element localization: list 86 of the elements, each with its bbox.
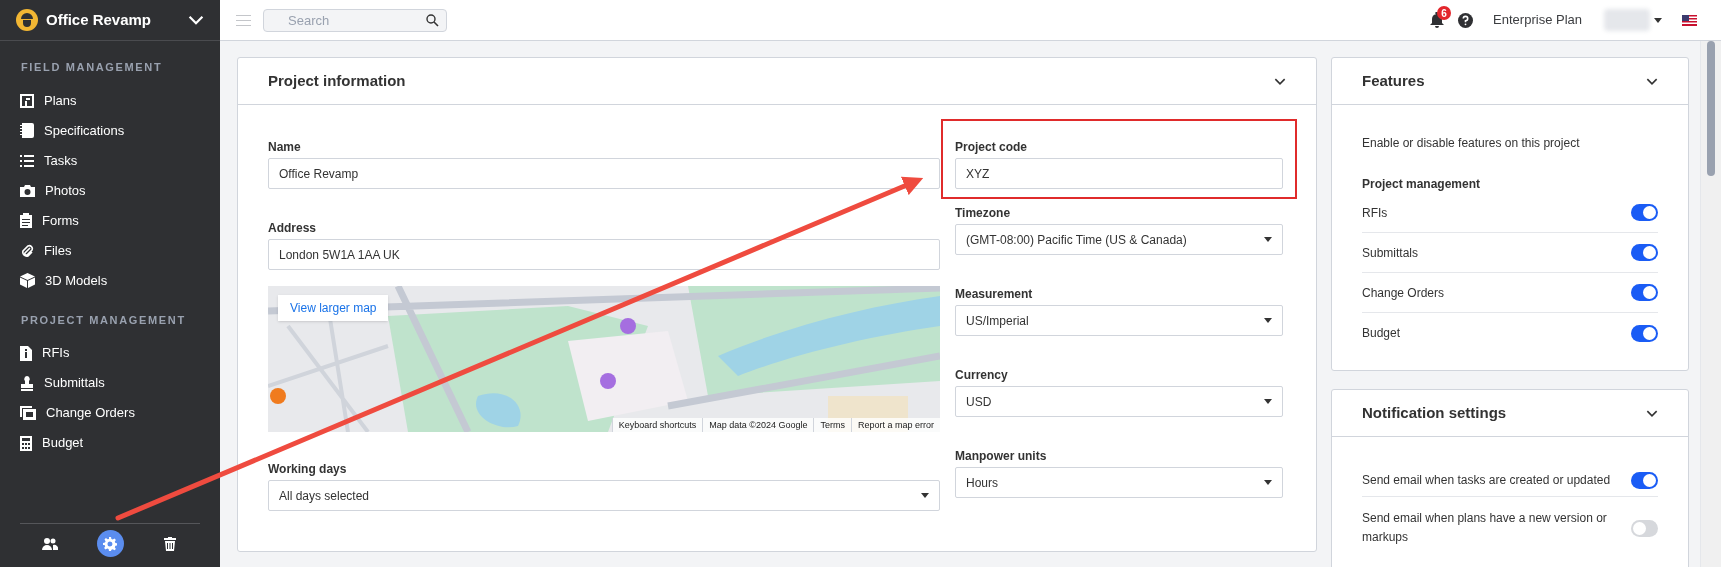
field-label: Working days	[268, 461, 347, 478]
toggle-switch[interactable]	[1631, 324, 1658, 342]
field-label: Measurement	[955, 286, 1033, 303]
plan-name: Enterprise Plan	[1493, 11, 1582, 30]
sidebar-item[interactable]: Change Orders	[0, 398, 220, 428]
dropdown[interactable]: USD	[955, 386, 1283, 417]
flag-icon[interactable]	[1682, 14, 1697, 26]
sidebar-item[interactable]: Budget	[0, 428, 220, 458]
cube-icon	[20, 273, 35, 288]
dropdown[interactable]: All days selected	[268, 480, 940, 511]
sidebar-item[interactable]: Submittals	[0, 368, 220, 398]
toggle-label: Budget	[1362, 325, 1401, 342]
trash-icon	[164, 536, 176, 551]
text-field[interactable]: Office Revamp	[268, 158, 940, 189]
chevron-down-icon[interactable]	[1646, 77, 1658, 85]
search-field[interactable]: Search	[263, 8, 447, 32]
help-icon[interactable]	[1458, 12, 1474, 28]
card-title: Notification settings	[1362, 402, 1507, 423]
toggle-label: Submittals	[1362, 244, 1419, 262]
map-attribution-link[interactable]: Map data ©2024 Google	[702, 418, 814, 432]
dropdown[interactable]: (GMT-08:00) Pacific Time (US & Canada)	[955, 224, 1283, 255]
blurred-username	[1604, 9, 1650, 31]
search-icon	[426, 13, 439, 27]
list-icon	[20, 154, 34, 167]
card-title: Features	[1362, 70, 1425, 91]
people-icon	[42, 537, 58, 550]
toggle-switch[interactable]	[1631, 244, 1658, 261]
view-larger-map-button[interactable]: View larger map	[278, 295, 389, 321]
clipboard-icon	[20, 213, 32, 228]
sidebar-item[interactable]: Photos	[0, 175, 220, 206]
sidebar-item[interactable]: RFIs	[0, 338, 220, 368]
scrollbar-thumb[interactable]	[1707, 41, 1715, 176]
dropdown[interactable]: Hours	[955, 467, 1283, 498]
sidebar-item[interactable]: Plans	[0, 85, 220, 116]
text-field[interactable]: London 5W1A 1AA UK	[268, 239, 940, 270]
notification-count: 6	[1437, 6, 1452, 20]
map-attribution-link[interactable]: Keyboard shortcuts	[611, 418, 703, 432]
card-title: Project information	[268, 70, 406, 91]
group-heading: Project management	[1362, 176, 1482, 193]
sidebar-item[interactable]: Files	[0, 235, 220, 266]
field-label: Name	[268, 139, 301, 156]
project-name: Office Revamp	[46, 9, 153, 30]
floor-plan-icon	[20, 93, 34, 108]
sidebar-item[interactable]: 3D Models	[0, 265, 220, 296]
toggle-label: Send email when tasks are created or updated	[1362, 472, 1611, 489]
sidebar-item[interactable]: Specifications	[0, 115, 220, 146]
text-field[interactable]: XYZ	[955, 158, 1283, 189]
map-attribution-link[interactable]: Report a map error	[850, 418, 940, 432]
toggle-switch[interactable]	[1631, 472, 1658, 489]
field-label: Address	[268, 220, 317, 237]
settings-icon	[103, 536, 117, 551]
camera-icon	[20, 184, 35, 197]
paperclip-icon	[20, 243, 34, 258]
toggle-label: Change Orders	[1362, 284, 1445, 302]
toggle-switch[interactable]	[1631, 519, 1658, 537]
info-document-icon	[20, 345, 32, 361]
sidebar-item[interactable]: Tasks	[0, 145, 220, 176]
chevron-down-icon[interactable]	[1646, 409, 1658, 417]
toggle-switch[interactable]	[1631, 284, 1658, 301]
description: Enable or disable features on this project	[1362, 135, 1581, 152]
section-heading: PROJECT MANAGEMENT	[20, 312, 187, 328]
caret-icon	[1264, 318, 1272, 323]
toggle-switch[interactable]	[1631, 204, 1658, 221]
field-label: Manpower units	[955, 448, 1047, 465]
caret-icon	[1264, 399, 1272, 404]
dropdown[interactable]: US/Imperial	[955, 305, 1283, 336]
map-attribution-link[interactable]: Terms	[813, 418, 851, 432]
caret-icon	[1264, 480, 1272, 485]
toggle-label: Send email when plans have a new version or markups	[1362, 510, 1608, 546]
caret-icon	[1654, 17, 1662, 23]
documents-icon	[20, 406, 36, 420]
caret-icon	[1264, 237, 1272, 242]
section-heading: FIELD MANAGEMENT	[20, 60, 164, 75]
field-label: Timezone	[955, 205, 1011, 222]
chevron-down-icon[interactable]	[1274, 77, 1286, 85]
settings-button[interactable]	[96, 530, 124, 557]
sidebar-item[interactable]: Forms	[0, 205, 220, 236]
field-label: Currency	[955, 367, 1008, 384]
caret-icon	[921, 493, 929, 498]
calculator-icon	[20, 435, 32, 451]
notebook-icon	[20, 123, 34, 138]
field-label: Project code	[955, 139, 1028, 156]
stamp-icon	[20, 375, 34, 391]
scrollbar[interactable]	[1700, 41, 1721, 567]
toggle-label: RFIs	[1362, 204, 1388, 222]
worker-logo-icon	[16, 9, 38, 31]
